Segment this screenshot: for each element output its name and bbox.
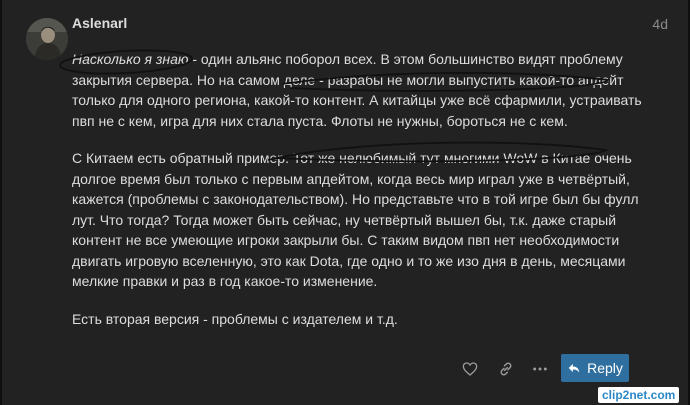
ellipsis-icon xyxy=(533,367,547,371)
quote-phrase: Насколько я знаю xyxy=(72,51,189,67)
more-actions-button[interactable] xyxy=(530,359,550,379)
reply-button[interactable]: Reply xyxy=(561,354,629,382)
like-button[interactable] xyxy=(460,359,480,379)
reply-button-label: Reply xyxy=(587,360,623,376)
post-paragraph-1: Насколько я знаю - один альянс поборол в… xyxy=(72,49,662,131)
post-username[interactable]: Aslenarl xyxy=(72,15,127,31)
link-icon xyxy=(500,362,512,376)
post-paragraph-2: С Китаем есть обратный пример. Тот же не… xyxy=(72,148,662,292)
watermark-logo: clip2net.com xyxy=(598,387,680,403)
post-paragraph-3: Есть вторая версия - проблемы с издателе… xyxy=(72,309,662,330)
post-body: Насколько я знаю - один альянс поборол в… xyxy=(72,49,662,346)
share-link-button[interactable] xyxy=(496,359,516,379)
reply-arrow-icon xyxy=(568,363,580,373)
paragraph-text: С Китаем есть обратный пример. Тот же не… xyxy=(72,150,639,289)
post-date[interactable]: 4d xyxy=(652,16,668,32)
paragraph-text: Есть вторая версия - проблемы с издателе… xyxy=(72,310,398,327)
avatar-image xyxy=(26,18,68,60)
avatar[interactable] xyxy=(26,18,68,60)
heart-icon xyxy=(462,362,478,376)
